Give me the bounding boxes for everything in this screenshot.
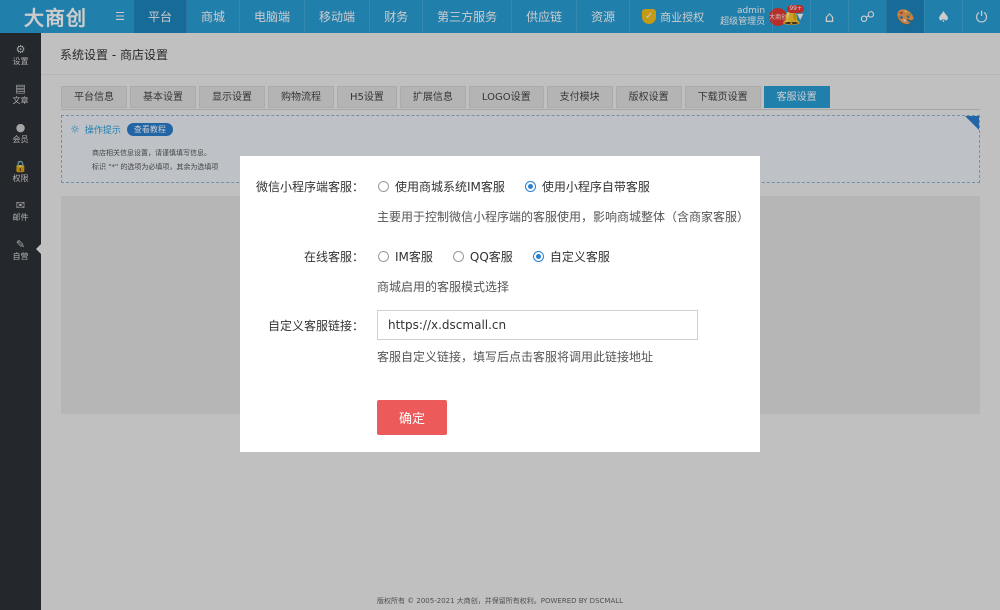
customer-service-modal: 微信小程序端客服： 使用商城系统IM客服 使用小程序自带客服 主要用于控制微信小程… [240,156,760,452]
mini-program-row: 微信小程序端客服： 使用商城系统IM客服 使用小程序自带客服 [240,176,760,196]
radio-option[interactable]: 使用小程序自带客服 [524,178,650,195]
online-service-label: 在线客服： [303,249,364,264]
online-service-row: 在线客服： IM客服 QQ客服 自定义客服 [240,246,760,266]
radio-option[interactable]: IM客服 [378,248,433,265]
radio-label: 使用小程序自带客服 [541,179,650,194]
online-service-hint: 商城启用的客服模式选择 [377,280,510,294]
radio-label: 自定义客服 [549,249,610,264]
radio-icon[interactable] [532,250,544,262]
mini-program-hint: 主要用于控制微信小程序端的客服使用，影响商城整体（含商家客服） [377,210,750,224]
radio-option[interactable]: 自定义客服 [532,248,610,265]
radio-icon[interactable] [452,250,464,262]
custom-link-input[interactable] [377,310,698,340]
radio-label: 使用商城系统IM客服 [395,179,505,194]
confirm-button[interactable]: 确定 [377,400,447,435]
custom-link-hint: 客服自定义链接，填写后点击客服将调用此链接地址 [377,350,654,364]
custom-link-label: 自定义客服链接： [267,318,364,333]
radio-label: IM客服 [395,249,433,264]
radio-option[interactable]: QQ客服 [452,248,513,265]
radio-icon[interactable] [524,180,536,192]
radio-icon[interactable] [378,250,389,262]
radio-label: QQ客服 [469,249,513,264]
radio-icon[interactable] [378,180,389,192]
mini-program-label: 微信小程序端客服： [255,179,364,194]
radio-option[interactable]: 使用商城系统IM客服 [378,178,505,195]
